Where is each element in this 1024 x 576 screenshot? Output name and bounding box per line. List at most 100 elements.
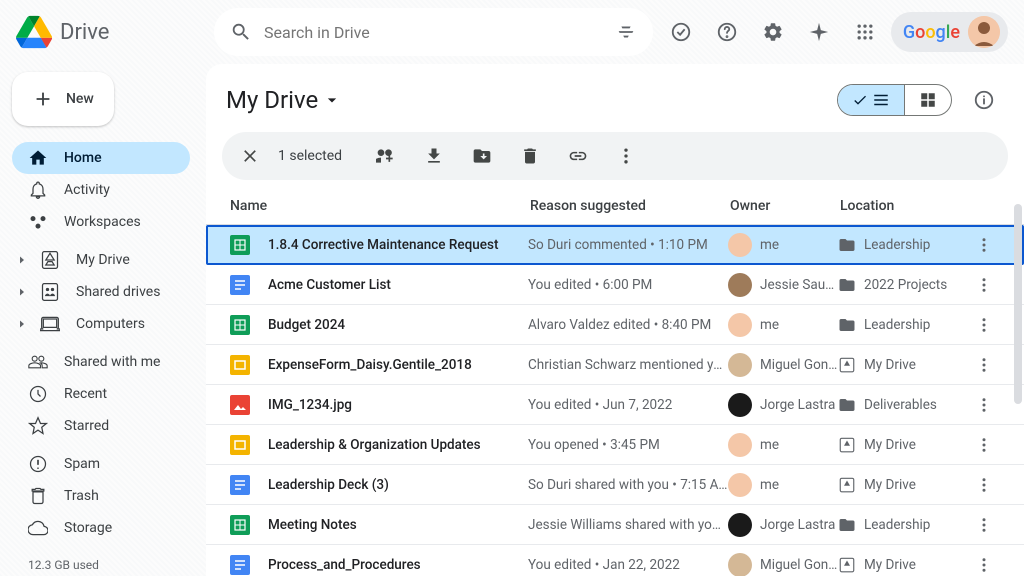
file-location[interactable]: My Drive — [838, 356, 968, 374]
row-more-button[interactable] — [968, 476, 1000, 494]
close-selection-button[interactable] — [230, 136, 270, 176]
nav-computers[interactable]: Computers — [12, 308, 190, 340]
row-more-button[interactable] — [968, 556, 1000, 574]
chevron-right-icon — [16, 286, 28, 298]
nav-storage[interactable]: Storage — [12, 512, 190, 544]
file-location[interactable]: Leadership — [838, 316, 968, 334]
file-row[interactable]: IMG_1234.jpgYou edited • Jun 7, 2022Jorg… — [206, 385, 1024, 425]
file-owner: Miguel Gonza... — [728, 353, 838, 377]
new-button[interactable]: New — [12, 72, 114, 126]
logo[interactable]: Drive — [16, 14, 206, 50]
file-owner: Jorge Lastra — [728, 513, 838, 537]
search-bar[interactable] — [214, 8, 653, 56]
row-more-button[interactable] — [968, 356, 1000, 374]
move-button[interactable] — [462, 136, 502, 176]
file-row[interactable]: 1.8.4 Corrective Maintenance RequestSo D… — [206, 225, 1024, 265]
file-row[interactable]: Process_and_ProceduresYou edited • Jan 2… — [206, 545, 1024, 576]
owner-avatar — [728, 233, 752, 257]
search-icon — [230, 21, 252, 43]
user-avatar[interactable] — [968, 16, 1000, 48]
view-toggle — [837, 84, 952, 116]
shared-drives-icon — [40, 282, 60, 302]
file-list: 1.8.4 Corrective Maintenance RequestSo D… — [206, 225, 1024, 576]
drive-icon — [838, 476, 856, 494]
file-location[interactable]: My Drive — [838, 556, 968, 574]
file-row[interactable]: ExpenseForm_Daisy.Gentile_2018Christian … — [206, 345, 1024, 385]
row-more-button[interactable] — [968, 436, 1000, 454]
file-location[interactable]: 2022 Projects — [838, 276, 968, 294]
owner-avatar — [728, 513, 752, 537]
trash-icon — [28, 486, 48, 506]
list-view-button[interactable] — [838, 85, 904, 115]
file-location[interactable]: My Drive — [838, 436, 968, 454]
col-reason[interactable]: Reason suggested — [530, 198, 730, 214]
sheets-file-icon — [230, 235, 250, 255]
nav-shared-drives[interactable]: Shared drives — [12, 276, 190, 308]
search-options-icon[interactable] — [615, 21, 637, 43]
file-reason: Christian Schwarz mentioned you • ... — [528, 357, 728, 373]
gemini-icon[interactable] — [799, 12, 839, 52]
file-row[interactable]: Leadership Deck (3)So Duri shared with y… — [206, 465, 1024, 505]
row-more-button[interactable] — [968, 236, 1000, 254]
folder-title[interactable]: My Drive — [226, 86, 342, 114]
grid-view-button[interactable] — [904, 85, 951, 115]
folder-icon — [838, 516, 856, 534]
support-icon[interactable] — [707, 12, 747, 52]
ready-offline-icon[interactable] — [661, 12, 701, 52]
settings-icon[interactable] — [753, 12, 793, 52]
app-header: Drive Google — [0, 0, 1024, 64]
delete-button[interactable] — [510, 136, 550, 176]
row-more-button[interactable] — [968, 396, 1000, 414]
nav-recent[interactable]: Recent — [12, 378, 190, 410]
nav-trash[interactable]: Trash — [12, 480, 190, 512]
nav-spam[interactable]: Spam — [12, 448, 190, 480]
file-location[interactable]: Leadership — [838, 236, 968, 254]
share-button[interactable] — [366, 136, 406, 176]
download-button[interactable] — [414, 136, 454, 176]
row-more-button[interactable] — [968, 516, 1000, 534]
folder-icon — [838, 236, 856, 254]
file-row[interactable]: Leadership & Organization UpdatesYou ope… — [206, 425, 1024, 465]
owner-avatar — [728, 433, 752, 457]
account-chip[interactable]: Google — [891, 12, 1008, 52]
row-more-button[interactable] — [968, 316, 1000, 334]
file-reason: So Duri shared with you • 7:15 AM — [528, 477, 728, 493]
plus-icon — [32, 88, 54, 110]
scrollbar[interactable] — [1014, 204, 1022, 404]
nav-workspaces[interactable]: Workspaces — [12, 206, 190, 238]
star-icon — [28, 416, 48, 436]
file-location[interactable]: Leadership — [838, 516, 968, 534]
file-row[interactable]: Budget 2024Alvaro Valdez edited • 8:40 P… — [206, 305, 1024, 345]
info-button[interactable] — [964, 80, 1004, 120]
content-pane: My Drive 1 selected — [206, 64, 1024, 576]
col-owner[interactable]: Owner — [730, 198, 840, 214]
more-actions-button[interactable] — [606, 136, 646, 176]
nav-activity[interactable]: Activity — [12, 174, 190, 206]
app-name: Drive — [60, 20, 109, 45]
file-location[interactable]: Deliverables — [838, 396, 968, 414]
nav-my-drive[interactable]: My Drive — [12, 244, 190, 276]
drive-icon — [40, 250, 60, 270]
file-name: ExpenseForm_Daisy.Gentile_2018 — [268, 357, 528, 373]
owner-avatar — [728, 353, 752, 377]
drive-icon — [838, 556, 856, 574]
file-location[interactable]: My Drive — [838, 476, 968, 494]
image-file-icon — [230, 395, 250, 415]
row-more-button[interactable] — [968, 276, 1000, 294]
file-row[interactable]: Acme Customer ListYou edited • 6:00 PMJe… — [206, 265, 1024, 305]
get-link-button[interactable] — [558, 136, 598, 176]
chevron-right-icon — [16, 318, 28, 330]
apps-icon[interactable] — [845, 12, 885, 52]
nav-home[interactable]: Home — [12, 142, 190, 174]
col-location[interactable]: Location — [840, 198, 968, 214]
nav-starred[interactable]: Starred — [12, 410, 190, 442]
file-row[interactable]: Meeting NotesJessie Williams shared with… — [206, 505, 1024, 545]
people-icon — [28, 352, 48, 372]
search-input[interactable] — [264, 23, 603, 42]
nav-shared-with-me[interactable]: Shared with me — [12, 346, 190, 378]
file-name: Meeting Notes — [268, 517, 528, 533]
file-reason: You edited • Jun 7, 2022 — [528, 397, 728, 413]
folder-icon — [838, 396, 856, 414]
workspaces-icon — [28, 212, 48, 232]
col-name[interactable]: Name — [230, 198, 530, 214]
